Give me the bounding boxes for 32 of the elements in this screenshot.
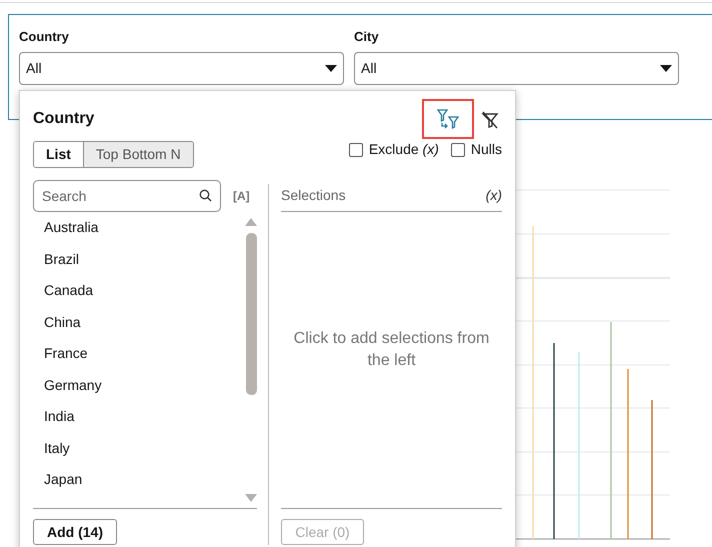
filter-dropdown[interactable]: All bbox=[19, 52, 344, 84]
filter-label: City bbox=[354, 28, 380, 46]
checkbox-option[interactable]: Nulls bbox=[450, 139, 502, 160]
list-item[interactable]: Canada bbox=[33, 275, 245, 306]
case-toggle[interactable]: [A] bbox=[233, 187, 250, 205]
filter-label: Country bbox=[19, 28, 70, 46]
list-item[interactable]: Germany bbox=[33, 370, 245, 401]
list-item[interactable]: China bbox=[33, 306, 245, 338]
caret-icon bbox=[660, 64, 672, 72]
empty-message: Click to add selections from the left bbox=[292, 329, 490, 371]
checkbox-option[interactable]: Exclude (x) bbox=[348, 139, 439, 160]
list-item[interactable]: India bbox=[33, 401, 245, 432]
selections-title: Selections bbox=[281, 186, 346, 205]
tab[interactable]: Top Bottom N bbox=[82, 142, 193, 167]
list-item[interactable]: France bbox=[33, 338, 245, 370]
add-button[interactable]: Add (14) bbox=[33, 519, 117, 545]
search-field[interactable]: Search bbox=[33, 180, 221, 212]
list-item[interactable]: Brazil bbox=[33, 244, 245, 275]
expression-label: (x) bbox=[486, 186, 502, 205]
list-item[interactable]: Australia bbox=[33, 212, 245, 244]
list-item[interactable]: Japan bbox=[33, 464, 245, 496]
list-item[interactable]: Italy bbox=[33, 432, 245, 464]
popup-title: Country bbox=[33, 109, 94, 129]
scroll-up-icon[interactable] bbox=[245, 218, 257, 226]
filter-swap-button[interactable] bbox=[422, 99, 474, 139]
funnels-icon bbox=[436, 108, 460, 130]
funnel-off-icon bbox=[481, 111, 499, 129]
filter-dropdown[interactable]: All bbox=[354, 52, 679, 84]
caret-icon bbox=[325, 64, 337, 72]
search-icon bbox=[199, 189, 212, 202]
scroll-down-icon[interactable] bbox=[245, 494, 257, 502]
scrollbar-thumb[interactable] bbox=[246, 233, 256, 395]
